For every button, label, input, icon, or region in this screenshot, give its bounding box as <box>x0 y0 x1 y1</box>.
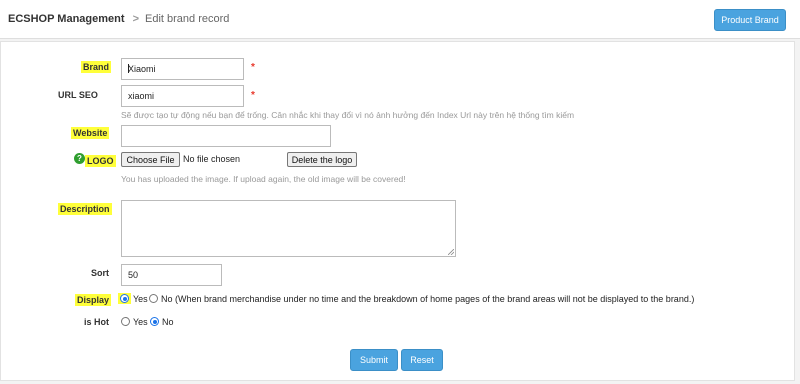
delete-logo-button[interactable]: Delete the logo <box>287 152 357 167</box>
submit-button[interactable]: Submit <box>350 349 398 371</box>
brand-label: Brand <box>81 61 112 73</box>
is-hot-yes-label: Yes <box>133 317 148 327</box>
display-yes-label: Yes <box>133 294 148 304</box>
sort-input[interactable] <box>121 264 222 286</box>
resize-grip-icon[interactable] <box>448 249 454 255</box>
sort-label: Sort <box>91 268 109 278</box>
display-label: Display <box>75 294 112 306</box>
description-textarea[interactable] <box>121 200 456 257</box>
page-title: Edit brand record <box>145 13 230 25</box>
is-hot-no-label: No <box>162 317 174 327</box>
brand-required-mark: * <box>251 62 255 73</box>
logo-hint: You has uploaded the image. If upload ag… <box>121 174 406 184</box>
is-hot-yes-radio[interactable] <box>121 317 130 326</box>
app-title: ECSHOP Management <box>8 13 125 25</box>
breadcrumb-separator: > <box>132 13 139 25</box>
file-status: No file chosen <box>183 154 241 164</box>
question-circle-icon[interactable]: ? <box>74 153 85 164</box>
text-cursor <box>128 64 129 73</box>
product-brand-button[interactable]: Product Brand <box>714 9 786 31</box>
description-label-text: Description <box>58 203 112 215</box>
header-bar: ECSHOP Management > Edit brand record Prod… <box>0 0 800 39</box>
brand-input[interactable] <box>121 58 244 80</box>
breadcrumb: ECSHOP Management > Edit brand record <box>8 13 229 25</box>
display-no-label: No (When brand merchandise under no time… <box>161 294 695 304</box>
url-seo-hint: Sẽ được tạo tự động nếu bạn để trống. Câ… <box>121 110 575 120</box>
logo-label-text: LOGO <box>85 155 116 167</box>
display-no-radio[interactable] <box>149 294 158 303</box>
is-hot-no-radio[interactable] <box>150 317 159 326</box>
display-yes-radio[interactable] <box>120 294 129 303</box>
reset-button[interactable]: Reset <box>401 349 443 371</box>
description-label: Description <box>58 203 112 215</box>
url-seo-input[interactable] <box>121 85 244 107</box>
logo-label: LOGO <box>85 155 116 167</box>
is-hot-label: is Hot <box>84 317 110 327</box>
url-seo-required-mark: * <box>251 90 255 101</box>
brand-label-text: Brand <box>81 61 112 73</box>
url-seo-label: URL SEO <box>58 90 98 100</box>
website-label-text: Website <box>71 127 110 139</box>
website-input[interactable] <box>121 125 331 147</box>
edit-brand-form: Brand * URL SEO * Sẽ được tạo tự động nế… <box>0 41 795 381</box>
display-label-text: Display <box>75 294 112 306</box>
website-label: Website <box>71 127 110 139</box>
choose-file-button[interactable]: Choose File <box>121 152 180 167</box>
